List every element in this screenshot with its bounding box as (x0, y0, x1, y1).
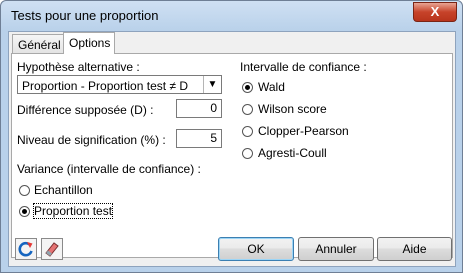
ci-radio-clopper-pearson[interactable] (242, 126, 253, 137)
alt-hypothesis-select[interactable]: Proportion - Proportion test ≠ D ▼ (17, 75, 222, 94)
difference-label: Différence supposée (D) : (17, 103, 154, 117)
ci-radio-wald[interactable] (242, 82, 253, 93)
cancel-button[interactable]: Annuler (298, 237, 374, 261)
variance-option-proportion-test[interactable]: Proportion test (32, 203, 114, 219)
window-title: Tests pour une proportion (11, 8, 159, 23)
tab-general-label: Général (18, 38, 61, 52)
variance-option-echantillon[interactable]: Echantillon (34, 183, 93, 197)
eraser-icon (45, 242, 59, 257)
tab-general[interactable]: Général (12, 34, 64, 54)
help-button[interactable]: Aide (377, 237, 452, 261)
close-icon: X (430, 4, 440, 19)
dropdown-arrow-icon[interactable]: ▼ (203, 76, 221, 93)
ci-option-wilson[interactable]: Wilson score (258, 102, 327, 116)
tab-options[interactable]: Options (63, 32, 115, 54)
tab-options-label: Options (69, 36, 111, 50)
variance-radio-proportion-test[interactable] (19, 206, 30, 217)
dialog-window: Tests pour une proportion X Général Opti… (0, 0, 463, 273)
radio-selected-dot (22, 209, 27, 214)
ci-label: Intervalle de confiance : (240, 60, 367, 74)
variance-label: Variance (intervalle de confiance) : (17, 162, 201, 176)
radio-selected-dot (245, 85, 250, 90)
reset-icon (18, 241, 33, 257)
ci-option-wald[interactable]: Wald (258, 80, 285, 94)
ci-radio-wilson[interactable] (242, 104, 253, 115)
variance-radio-echantillon[interactable] (19, 185, 30, 196)
reset-button[interactable] (15, 238, 37, 260)
ci-option-agresti-coull[interactable]: Agresti-Coull (258, 146, 327, 160)
difference-input[interactable]: 0 (176, 99, 222, 118)
ci-option-clopper-pearson[interactable]: Clopper-Pearson (258, 124, 349, 138)
ci-radio-agresti-coull[interactable] (242, 148, 253, 159)
significance-label: Niveau de signification (%) : (17, 133, 166, 147)
options-panel: Hypothèse alternative : Proportion - Pro… (11, 53, 453, 258)
alt-hypothesis-label: Hypothèse alternative : (17, 60, 140, 74)
close-button[interactable]: X (413, 2, 457, 22)
dialog-body: Général Options Hypothèse alternative : … (8, 31, 456, 267)
clear-button[interactable] (41, 238, 63, 260)
significance-input[interactable]: 5 (176, 129, 222, 148)
title-bar: Tests pour une proportion X (1, 1, 462, 31)
ok-button[interactable]: OK (218, 237, 294, 261)
alt-hypothesis-value: Proportion - Proportion test ≠ D (22, 79, 188, 93)
